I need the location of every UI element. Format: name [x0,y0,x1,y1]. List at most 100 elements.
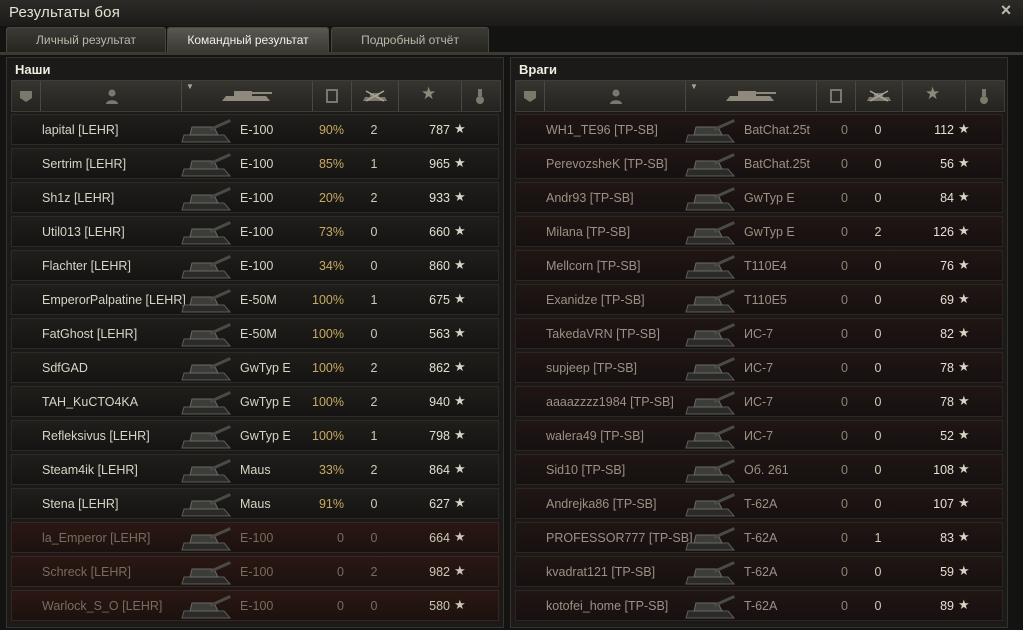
player-name[interactable]: Flachter [LEHR] [42,259,131,273]
player-name[interactable]: SdfGAD [42,361,88,375]
table-row[interactable]: PerevozsheK [TP-SB] BatChat.25t 0 0 56 ★ [515,148,1003,179]
table-row[interactable]: Stena [LEHR] Maus 91% 0 627 ★ [11,488,499,519]
player-name[interactable]: FatGhost [LEHR] [42,327,137,341]
xp-star-icon: ★ [454,223,466,238]
table-row[interactable]: kvadrat121 [TP-SB] T-62A 0 0 59 ★ [515,556,1003,587]
col-vehicle[interactable]: ▼ [686,81,817,111]
player-name[interactable]: TAH_KuCTO4KA [42,395,138,409]
player-name[interactable]: Warlock_S_O [LEHR] [42,599,162,613]
table-row[interactable]: Sh1z [LEHR] E-100 20% 2 933 ★ [11,182,499,213]
enemies-rows: WH1_TE96 [TP-SB] BatChat.25t 0 0 112 ★ Perevo… [515,114,1003,624]
kills-value: 1 [370,429,378,443]
table-row[interactable]: Sid10 [TP-SB] Об. 261 0 0 108 ★ [515,454,1003,485]
table-row[interactable]: FatGhost [LEHR] E-50M 100% 0 563 ★ [11,318,499,349]
table-row[interactable]: PROFESSOR777 [TP-SB] T-62A 0 1 83 ★ [515,522,1003,553]
player-name[interactable]: PROFESSOR777 [TP-SB] [546,531,693,545]
col-damage[interactable] [817,81,856,111]
kills-value: 0 [874,599,882,613]
player-name[interactable]: Milana [TP-SB] [546,225,630,239]
player-name[interactable]: Andrejka86 [TP-SB] [546,497,656,511]
table-row[interactable]: Flachter [LEHR] E-100 34% 0 860 ★ [11,250,499,281]
col-rank[interactable] [516,81,545,111]
table-row[interactable]: Mellcorn [TP-SB] T110E4 0 0 76 ★ [515,250,1003,281]
allies-header: ▼ ★ [11,80,501,112]
table-row[interactable]: Schreck [LEHR] E-100 0 2 982 ★ [11,556,499,587]
table-row[interactable]: supjeep [TP-SB] ИС-7 0 0 78 ★ [515,352,1003,383]
player-name[interactable]: PerevozsheK [TP-SB] [546,157,668,171]
col-kills[interactable] [856,81,903,111]
table-row[interactable]: TakedaVRN [TP-SB] ИС-7 0 0 82 ★ [515,318,1003,349]
col-player[interactable] [41,81,182,111]
col-medal[interactable] [462,81,499,111]
table-row[interactable]: Warlock_S_O [LEHR] E-100 0 0 580 ★ [11,590,499,621]
table-row[interactable]: walera49 [TP-SB] ИС-7 0 0 52 ★ [515,420,1003,451]
tab-detailed[interactable]: Подробный отчёт [331,27,489,52]
table-row[interactable]: Util013 [LEHR] E-100 73% 0 660 ★ [11,216,499,247]
tank-icon [684,254,740,280]
player-name[interactable]: TakedaVRN [TP-SB] [546,327,660,341]
xp-star-icon: ★ [454,291,466,306]
player-name[interactable]: Mellcorn [TP-SB] [546,259,640,273]
player-name[interactable]: Refleksivus [LEHR] [42,429,150,443]
player-name[interactable]: Util013 [LEHR] [42,225,125,239]
player-name[interactable]: supjeep [TP-SB] [546,361,637,375]
kills-value: 2 [874,225,882,239]
col-damage[interactable] [313,81,352,111]
tab-team[interactable]: Командный результат [167,27,329,52]
player-name[interactable]: Stena [LEHR] [42,497,118,511]
table-row[interactable]: TAH_KuCTO4KA GwTyp E 100% 2 940 ★ [11,386,499,417]
player-name[interactable]: Steam4ik [LEHR] [42,463,138,477]
tab-personal[interactable]: Личный результат [6,27,166,52]
player-name[interactable]: la_Emperor [LEHR] [42,531,150,545]
player-name[interactable]: kotofei_home [TP-SB] [546,599,668,613]
xp-star-icon: ★ [958,597,970,612]
table-row[interactable]: Exanidze [TP-SB] T110E5 0 0 69 ★ [515,284,1003,315]
col-kills[interactable] [352,81,399,111]
table-row[interactable]: lapital [LEHR] E-100 90% 2 787 ★ [11,114,499,145]
table-row[interactable]: WH1_TE96 [TP-SB] BatChat.25t 0 0 112 ★ [515,114,1003,145]
damage-value: 0 [841,565,848,579]
table-row[interactable]: Andr93 [TP-SB] GwTyp E 0 0 84 ★ [515,182,1003,213]
vehicle-name: GwTyp E [240,361,291,375]
kills-value: 2 [370,191,378,205]
table-row[interactable]: Milana [TP-SB] GwTyp E 0 2 126 ★ [515,216,1003,247]
xp-value: 126 [933,225,954,239]
table-row[interactable]: Andrejka86 [TP-SB] T-62A 0 0 107 ★ [515,488,1003,519]
player-name[interactable]: Exanidze [TP-SB] [546,293,645,307]
table-row[interactable]: EmperorPalpatine [LEHR] E-50M 100% 1 675 ★ [11,284,499,315]
table-row[interactable]: kotofei_home [TP-SB] T-62A 0 0 89 ★ [515,590,1003,621]
table-row[interactable]: SdfGAD GwTyp E 100% 2 862 ★ [11,352,499,383]
vehicle-name: ИС-7 [744,327,774,341]
col-vehicle[interactable]: ▼ [182,81,313,111]
vehicle-name: T-62A [744,531,778,545]
player-name[interactable]: Andr93 [TP-SB] [546,191,634,205]
player-name[interactable]: EmperorPalpatine [LEHR] [42,293,186,307]
player-name[interactable]: Sid10 [TP-SB] [546,463,625,477]
player-name[interactable]: kvadrat121 [TP-SB] [546,565,655,579]
player-name[interactable]: aaaazzzz1984 [TP-SB] [546,395,674,409]
xp-star-icon: ★ [958,427,970,442]
col-xp[interactable]: ★ [903,81,966,111]
vehicle-name: E-50M [240,293,277,307]
tank-icon [180,594,236,620]
table-row[interactable]: Refleksivus [LEHR] GwTyp E 100% 1 798 ★ [11,420,499,451]
table-row[interactable]: la_Emperor [LEHR] E-100 0 0 664 ★ [11,522,499,553]
col-player[interactable] [545,81,686,111]
col-xp[interactable]: ★ [399,81,462,111]
table-row[interactable]: aaaazzzz1984 [TP-SB] ИС-7 0 0 78 ★ [515,386,1003,417]
col-medal[interactable] [966,81,1003,111]
player-name[interactable]: Schreck [LEHR] [42,565,131,579]
tank-icon [180,356,236,382]
tank-icon [180,492,236,518]
col-rank[interactable] [12,81,41,111]
player-name[interactable]: Sertrim [LEHR] [42,157,126,171]
player-name[interactable]: WH1_TE96 [TP-SB] [546,123,658,137]
player-name[interactable]: walera49 [TP-SB] [546,429,644,443]
table-row[interactable]: Sertrim [LEHR] E-100 85% 1 965 ★ [11,148,499,179]
table-row[interactable]: Steam4ik [LEHR] Maus 33% 2 864 ★ [11,454,499,485]
close-icon[interactable]: × [997,1,1015,19]
xp-value: 52 [940,429,954,443]
player-name[interactable]: lapital [LEHR] [42,123,118,137]
player-name[interactable]: Sh1z [LEHR] [42,191,114,205]
vehicle-name: T-62A [744,599,778,613]
